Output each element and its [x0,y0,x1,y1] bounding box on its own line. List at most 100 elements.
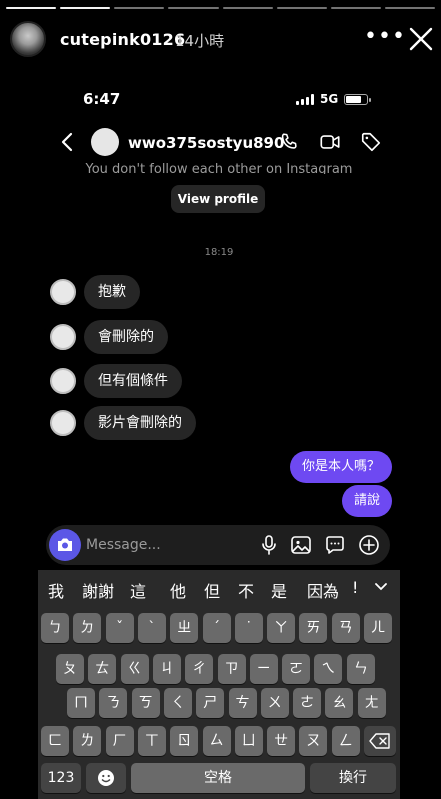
keyboard-key[interactable]: ㄌ [73,726,102,756]
story-progress-segment [222,7,273,9]
message-bubble[interactable]: 會刪除的 [84,320,168,354]
story-progress-segment [330,7,381,9]
keyboard-key[interactable]: ㄡ [299,726,328,756]
suggestion-bar: 我謝謝這他但不是因為! [38,570,400,604]
keyboard-key[interactable]: ㄟ [314,654,343,684]
message-bubble[interactable]: 但有個條件 [84,364,182,398]
keyboard-key[interactable]: ㄞ [299,613,328,643]
keyboard-key[interactable]: ㄏ [105,726,134,756]
add-icon[interactable] [358,534,380,556]
message-bubble[interactable]: 抱歉 [84,275,140,309]
suggestion-item[interactable]: 他 [170,578,186,602]
suggestion-item[interactable]: 不 [238,578,254,602]
contact-name[interactable]: wwo375sostyu890 [128,134,284,152]
message-timestamp: 18:19 [204,247,234,258]
microphone-icon[interactable] [258,534,280,556]
suggestion-item[interactable]: ! [352,578,358,597]
sender-avatar [50,368,76,394]
emoji-key[interactable] [86,763,126,793]
keyboard-key[interactable]: ㄔ [185,654,214,684]
emoji-icon [98,770,114,786]
keyboard-key[interactable]: ㄋ [99,688,128,718]
suggestion-item[interactable]: 我 [48,578,64,602]
suggestion-item[interactable]: 因為 [307,578,339,602]
story-user-avatar[interactable] [10,21,46,57]
delete-key[interactable] [364,726,396,756]
backspace-icon [369,733,390,749]
received-message: 但有個條件 [50,364,182,398]
keyboard-key[interactable]: ㄉ [73,613,102,643]
keyboard-key[interactable]: ㄦ [364,613,392,643]
story-header: cutepink0126 14小時 ••• [0,18,441,62]
suggestion-item[interactable]: 這 [130,578,146,602]
suggestion-item[interactable]: 是 [271,578,287,602]
keyboard-key[interactable]: ㄆ [56,654,84,684]
tag-icon[interactable] [360,131,382,153]
suggestion-item[interactable]: 但 [204,578,220,602]
keyboard-key[interactable]: ㄊ [88,654,117,684]
close-icon[interactable] [408,26,434,52]
keyboard-key[interactable]: ㄈ [41,726,69,756]
camera-button[interactable] [49,529,81,561]
return-key[interactable]: 換行 [310,763,396,793]
keyboard-key[interactable]: ˊ [202,613,231,643]
keyboard-key[interactable]: ㄓ [170,613,199,643]
keyboard-key[interactable]: ㄩ [234,726,263,756]
keyboard-key[interactable]: ㄧ [249,654,278,684]
keyboard-key[interactable]: ㄤ [357,688,386,718]
keyboard-key[interactable]: ㄒ [137,726,166,756]
keyboard-key[interactable]: ㄝ [267,726,296,756]
contact-avatar[interactable] [91,128,119,156]
keyboard-key[interactable]: ㄜ [293,688,322,718]
keyboard-key[interactable]: ㄅ [41,613,69,643]
keyboard-key[interactable]: ㄐ [152,654,181,684]
keyboard-key[interactable]: ㄛ [282,654,311,684]
keyboard-key[interactable]: ㄣ [346,654,375,684]
keyboard-key[interactable]: ㄥ [331,726,360,756]
space-key[interactable]: 空格 [131,763,305,793]
gallery-icon[interactable] [290,534,312,556]
back-arrow-icon[interactable] [60,132,74,152]
sent-message[interactable]: 你是本人嗎？ [289,451,392,483]
received-message: 會刪除的 [50,320,168,354]
view-profile-button[interactable]: View profile [171,185,265,213]
camera-icon [58,538,72,551]
keyboard-key[interactable]: ㄑ [163,688,192,718]
message-input[interactable] [86,535,246,555]
received-message: 影片會刪除的 [50,406,196,440]
keyboard-key[interactable]: ㄇ [67,688,95,718]
message-bubble[interactable]: 影片會刪除的 [84,406,196,440]
story-progress-segment [276,7,327,9]
story-time: 14小時 [175,32,225,50]
keyboard-key[interactable]: ㄢ [331,613,360,643]
suggestion-item[interactable]: 謝謝 [82,578,114,602]
keyboard-key[interactable]: ㄚ [267,613,296,643]
keyboard-key[interactable]: ㄨ [260,688,289,718]
sticker-icon[interactable] [324,534,346,556]
sent-message[interactable]: 請說 [341,485,392,517]
received-message: 抱歉 [50,275,140,309]
keyboard-key[interactable]: ˇ [105,613,134,643]
video-call-icon[interactable] [319,131,341,153]
dm-header: wwo375sostyu890 [38,126,400,160]
story-username[interactable]: cutepink0126 [60,30,185,49]
keyboard-key[interactable]: ˋ [137,613,166,643]
follow-note: You don't follow each other on Instagram [85,162,353,174]
keyboard-key[interactable]: ㄘ [228,688,257,718]
keyboard-key[interactable]: ㄍ [120,654,149,684]
sender-avatar [50,324,76,350]
keyboard-key[interactable]: ㄕ [196,688,225,718]
keyboard-key[interactable]: ㄙ [202,726,231,756]
sender-avatar [50,279,76,305]
story-progress-segment [114,7,165,9]
more-options-icon[interactable]: ••• [364,24,406,49]
keyboard-key[interactable]: ㄗ [217,654,246,684]
keyboard-key[interactable]: ㄠ [325,688,354,718]
chevron-down-icon[interactable] [374,582,388,592]
keyboard-key[interactable]: ㄖ [170,726,199,756]
phone-call-icon[interactable] [278,131,300,153]
keyboard-key[interactable]: ㄎ [131,688,160,718]
keyboard-key[interactable]: ˙ [234,613,263,643]
story-progress-segment [60,7,111,9]
numbers-key[interactable]: 123 [41,763,81,793]
